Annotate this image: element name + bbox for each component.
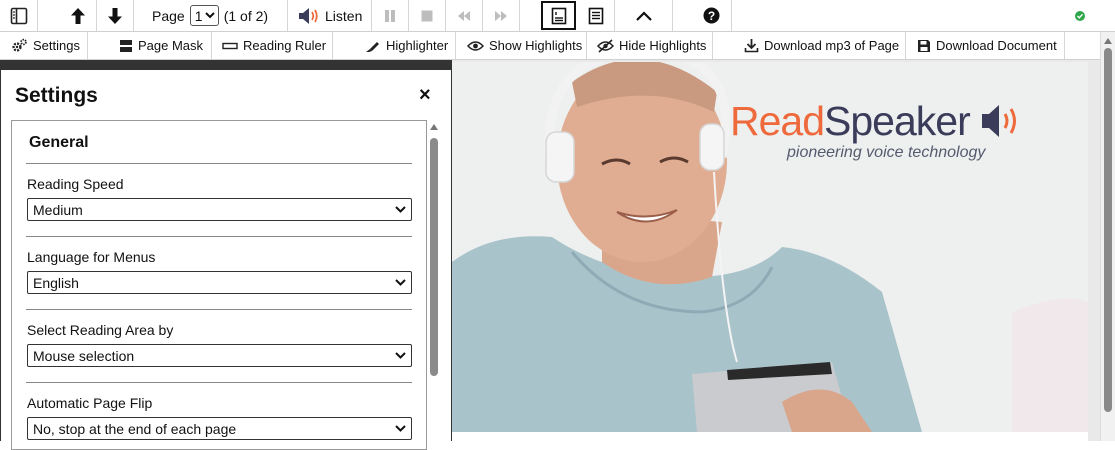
document-page-image: ReadSpeaker pioneering voice technology <box>452 62 1088 432</box>
chevron-down-icon <box>395 352 406 359</box>
reading-ruler-label: Reading Ruler <box>243 38 327 53</box>
show-highlights-button[interactable]: Show Highlights <box>456 32 587 59</box>
highlighter-button[interactable]: Highlighter <box>355 32 456 59</box>
menu-language-label: Language for Menus <box>27 249 156 265</box>
chevron-up-icon <box>635 10 652 21</box>
eye-slash-icon <box>597 38 614 53</box>
help-icon: ? <box>703 7 720 24</box>
document-icon <box>588 7 604 24</box>
page-count: (1 of 2) <box>223 7 269 24</box>
stop-button[interactable] <box>409 0 446 31</box>
main-toolbar: Page 1 (1 of 2) Listen ? <box>0 0 1115 32</box>
page-flip-select[interactable]: No, stop at the end of each page <box>27 417 412 440</box>
scroll-up-arrow-icon[interactable] <box>1104 38 1112 44</box>
page-select-value: 1 <box>194 7 203 24</box>
single-page-view-button[interactable] <box>541 1 576 30</box>
collapse-toolbar-button[interactable] <box>615 0 673 31</box>
rewind-button[interactable] <box>446 0 483 31</box>
reading-ruler-button[interactable]: Reading Ruler <box>212 32 333 59</box>
divider <box>26 163 412 164</box>
arrow-down-icon <box>108 7 122 24</box>
settings-button[interactable]: Settings <box>0 32 88 59</box>
download-icon <box>744 39 759 53</box>
page-label: Page <box>152 7 185 24</box>
show-highlights-label: Show Highlights <box>489 38 583 53</box>
stop-icon <box>421 10 433 21</box>
chevron-down-icon <box>395 206 406 213</box>
settings-panel-title: Settings <box>15 84 98 107</box>
logo-tagline: pioneering voice technology <box>787 144 986 161</box>
reading-speed-select[interactable]: Medium <box>27 198 412 221</box>
svg-text:?: ? <box>708 9 715 23</box>
page-view-icon <box>551 7 566 24</box>
pause-button[interactable] <box>372 0 409 31</box>
save-disk-icon <box>918 39 930 52</box>
tools-toolbar: Settings Page Mask Reading Ruler Highlig… <box>0 32 1115 60</box>
reading-area-select[interactable]: Mouse selection <box>27 344 412 367</box>
page-mask-label: Page Mask <box>138 38 204 53</box>
logo-speaker-text: Speaker <box>824 98 971 144</box>
settings-scrollbar-thumb[interactable] <box>430 138 438 376</box>
listen-label: Listen <box>325 7 363 24</box>
arrow-up-icon <box>70 7 85 24</box>
reading-speed-label: Reading Speed <box>27 176 124 192</box>
reading-area-label: Select Reading Area by <box>27 322 174 338</box>
fast-forward-icon <box>495 10 507 21</box>
chevron-down-icon <box>395 425 406 432</box>
speaker-icon <box>982 105 1017 137</box>
section-heading-general: General <box>29 134 89 151</box>
page-bottom-margin <box>452 432 1088 441</box>
chevron-down-icon <box>204 12 215 19</box>
readspeaker-logo: ReadSpeaker <box>730 98 1024 145</box>
hide-highlights-button[interactable]: Hide Highlights <box>587 32 713 59</box>
text-view-button[interactable] <box>578 0 615 31</box>
speaker-icon <box>299 7 318 24</box>
divider <box>26 382 412 383</box>
settings-scroll-area: General Reading Speed Medium Language fo… <box>11 120 427 450</box>
page-selector-group: Page 1 (1 of 2) <box>134 0 288 31</box>
document-scrollbar[interactable] <box>1100 32 1115 441</box>
settings-panel: Settings × General Reading Speed Medium … <box>0 70 452 450</box>
sidebar-icon <box>10 7 27 24</box>
download-document-label: Download Document <box>936 38 1057 53</box>
page-mask-icon <box>120 39 132 52</box>
document-scrollbar-thumb[interactable] <box>1104 48 1112 412</box>
connection-status-icon <box>1075 11 1085 21</box>
settings-label: Settings <box>33 38 80 53</box>
chevron-down-icon <box>395 279 406 286</box>
close-icon[interactable]: × <box>419 85 431 105</box>
reading-area-value: Mouse selection <box>33 347 135 364</box>
page-mask-button[interactable]: Page Mask <box>107 32 212 59</box>
eye-icon <box>467 40 484 51</box>
settings-panel-header-bar <box>0 60 452 70</box>
download-document-button[interactable]: Download Document <box>906 32 1065 59</box>
previous-page-button[interactable] <box>59 0 97 31</box>
next-page-button[interactable] <box>97 0 134 31</box>
menu-language-select[interactable]: English <box>27 271 412 294</box>
download-mp3-button[interactable]: Download mp3 of Page <box>734 32 906 59</box>
rewind-icon <box>458 10 470 21</box>
divider <box>26 236 412 237</box>
document-view: ReadSpeaker pioneering voice technology <box>452 60 1100 441</box>
ruler-icon <box>222 42 238 49</box>
hide-highlights-label: Hide Highlights <box>619 38 707 53</box>
page-flip-label: Automatic Page Flip <box>27 395 153 411</box>
page-select[interactable]: 1 <box>189 5 219 26</box>
reading-speed-value: Medium <box>33 201 83 218</box>
divider <box>26 309 412 310</box>
fast-forward-button[interactable] <box>483 0 520 31</box>
pause-icon <box>385 9 395 22</box>
scroll-up-arrow-icon[interactable] <box>430 124 438 130</box>
logo-read-text: Read <box>730 98 825 144</box>
gear-icon <box>12 38 27 52</box>
highlighter-icon <box>366 41 379 52</box>
menu-language-value: English <box>33 274 79 291</box>
highlighter-label: Highlighter <box>386 38 449 53</box>
help-button[interactable]: ? <box>692 0 732 31</box>
page-flip-value: No, stop at the end of each page <box>33 420 237 437</box>
listen-button[interactable]: Listen <box>288 0 372 31</box>
download-mp3-label: Download mp3 of Page <box>764 38 900 53</box>
toggle-sidebar-button[interactable] <box>0 0 38 31</box>
settings-scrollbar[interactable] <box>428 122 440 441</box>
